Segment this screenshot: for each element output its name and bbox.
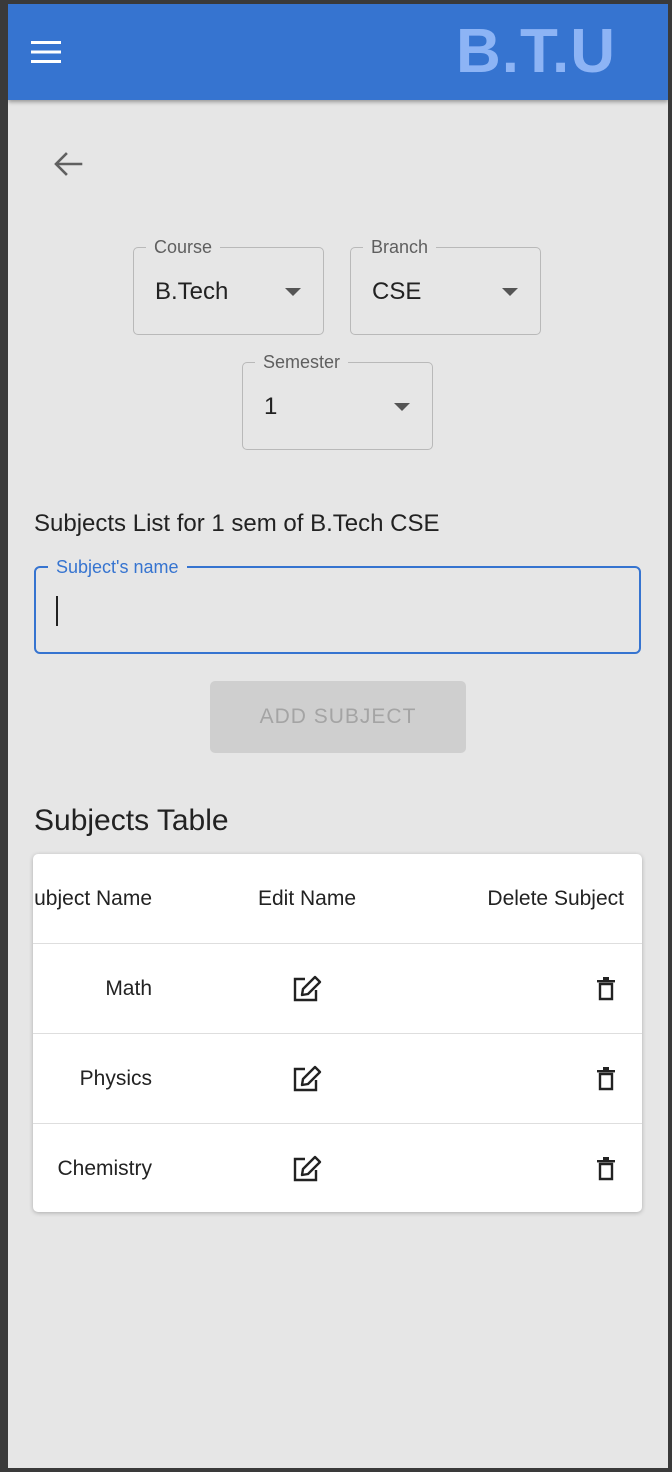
table-row: Math	[33, 944, 642, 1034]
edit-subject-button[interactable]	[289, 1061, 325, 1097]
add-subject-button[interactable]: ADD SUBJECT	[210, 681, 466, 753]
course-label: Course	[146, 236, 221, 258]
branch-value: CSE	[372, 278, 422, 305]
table-header-row: ubject Name Edit Name Delete Subject	[33, 854, 642, 944]
brand-logo-text: B.T.U	[456, 17, 616, 86]
subject-name-cell: Math	[105, 976, 152, 1000]
header-edit-name: Edit Name	[257, 886, 357, 910]
course-select[interactable]: Course B.Tech	[133, 236, 324, 335]
chevron-down-icon	[394, 403, 410, 411]
menu-button[interactable]	[22, 28, 70, 76]
trash-icon	[597, 1156, 615, 1180]
header-delete-subject: Delete Subject	[487, 886, 624, 910]
arrow-left-icon	[54, 152, 83, 176]
subject-name-field[interactable]: Subject's name	[34, 556, 641, 654]
edit-icon	[293, 975, 322, 1001]
branch-select[interactable]: Branch CSE	[350, 236, 541, 335]
subject-name-input[interactable]	[56, 590, 620, 632]
chevron-down-icon	[502, 288, 518, 296]
edit-icon	[293, 1065, 322, 1091]
back-button[interactable]	[44, 140, 92, 188]
course-value: B.Tech	[155, 278, 229, 305]
delete-subject-button[interactable]	[588, 971, 624, 1007]
semester-value: 1	[264, 393, 278, 420]
subjects-table-title: Subjects Table	[34, 804, 229, 837]
chevron-down-icon	[285, 288, 301, 296]
header-subject-name: ubject Name	[34, 886, 152, 910]
subject-name-label: Subject's name	[48, 556, 187, 578]
subject-name-cell: Chemistry	[57, 1156, 152, 1180]
edit-icon	[293, 1155, 322, 1181]
edit-subject-button[interactable]	[289, 1151, 325, 1187]
semester-label: Semester	[255, 351, 349, 373]
subjects-list-heading: Subjects List for 1 sem of B.Tech CSE	[34, 510, 440, 537]
app-frame: B.T.U Course B.Tech Branch CSE Semester …	[8, 4, 668, 1468]
edit-subject-button[interactable]	[289, 971, 325, 1007]
trash-icon	[597, 976, 615, 1000]
menu-icon	[31, 41, 61, 63]
delete-subject-button[interactable]	[588, 1061, 624, 1097]
semester-select[interactable]: Semester 1	[242, 351, 433, 450]
table-row: Chemistry	[33, 1124, 642, 1212]
table-row: Physics	[33, 1034, 642, 1124]
app-bar: B.T.U	[8, 4, 668, 100]
delete-subject-button[interactable]	[588, 1151, 624, 1187]
trash-icon	[597, 1066, 615, 1090]
subject-name-cell: Physics	[79, 1066, 152, 1090]
branch-label: Branch	[363, 236, 437, 258]
subjects-table: ubject Name Edit Name Delete Subject Mat…	[33, 854, 642, 1212]
